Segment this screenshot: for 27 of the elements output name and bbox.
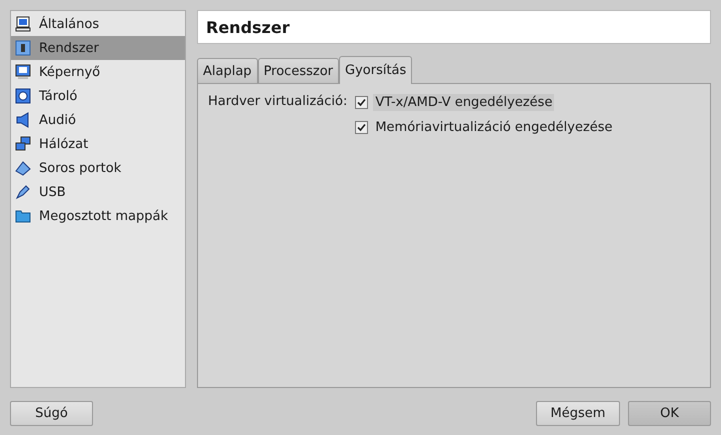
checkbox-label[interactable]: VT-x/AMD-V engedélyezése xyxy=(373,94,554,111)
tab[interactable]: Alaplap xyxy=(197,58,258,83)
cancel-button[interactable]: Mégsem xyxy=(536,401,620,426)
ok-button[interactable]: OK xyxy=(628,401,711,426)
page-title: Rendszer xyxy=(197,10,711,44)
sidebar-item[interactable]: Hálózat xyxy=(11,132,185,156)
tab[interactable]: Processzor xyxy=(258,58,339,83)
sidebar-item[interactable]: Tároló xyxy=(11,84,185,108)
checkbox[interactable] xyxy=(355,96,368,109)
folder-icon xyxy=(15,208,31,224)
sidebar-item[interactable]: Rendszer xyxy=(11,36,185,60)
chip-icon xyxy=(15,40,31,56)
network-icon xyxy=(15,136,31,152)
checkbox-label[interactable]: Memóriavirtualizáció engedélyezése xyxy=(373,119,615,136)
sidebar-item[interactable]: Soros portok xyxy=(11,156,185,180)
sidebar-item[interactable]: USB xyxy=(11,180,185,204)
help-button[interactable]: Súgó xyxy=(10,401,93,426)
sidebar-item[interactable]: Képernyő xyxy=(11,60,185,84)
field-label: Hardver virtualizáció: xyxy=(208,94,348,111)
sidebar-item[interactable]: Megosztott mappák xyxy=(11,204,185,228)
speaker-icon xyxy=(15,112,31,128)
monitor-icon xyxy=(15,16,31,32)
tab[interactable]: Gyorsítás xyxy=(339,56,412,84)
checkbox[interactable] xyxy=(355,121,368,134)
display-icon xyxy=(15,64,31,80)
sidebar-item[interactable]: Audió xyxy=(11,108,185,132)
sidebar-item[interactable]: Általános xyxy=(11,12,185,36)
